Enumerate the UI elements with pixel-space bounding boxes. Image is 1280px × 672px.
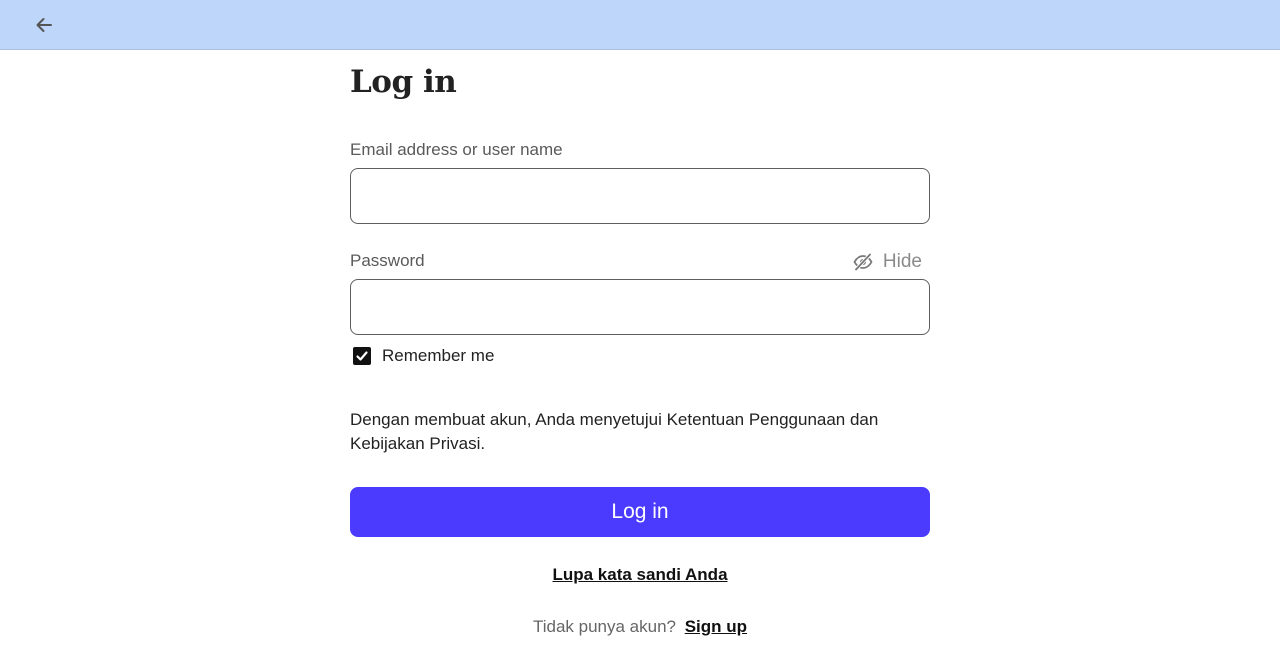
page-title: Log in: [350, 64, 457, 100]
terms-text: Dengan membuat akun, Anda menyetujui Ket…: [350, 410, 879, 453]
signup-prompt: Tidak punya akun?: [532, 617, 676, 636]
eye-off-icon: [853, 253, 873, 271]
top-bar: [0, 0, 1280, 50]
forgot-password-row: Lupa kata sandi Anda: [350, 565, 930, 585]
remember-me-checkbox[interactable]: Remember me: [353, 346, 494, 366]
email-label: Email address or user name: [350, 140, 563, 159]
email-field[interactable]: [350, 168, 930, 224]
remember-me-label: Remember me: [382, 346, 495, 365]
forgot-password-link[interactable]: Lupa kata sandi Anda: [552, 565, 727, 584]
signup-row: Tidak punya akun? Sign up: [350, 617, 930, 637]
hide-label: Hide: [882, 251, 922, 272]
hide-password-toggle[interactable]: Hide: [853, 250, 922, 274]
arrow-left-icon: [36, 18, 52, 32]
password-label: Password: [350, 251, 425, 270]
login-button[interactable]: Log in: [350, 487, 930, 537]
password-field[interactable]: [350, 279, 930, 335]
back-button[interactable]: [30, 11, 58, 39]
signup-link[interactable]: Sign up: [685, 617, 747, 636]
checkmark-icon: [356, 351, 368, 361]
checkbox-checked[interactable]: [353, 347, 371, 365]
